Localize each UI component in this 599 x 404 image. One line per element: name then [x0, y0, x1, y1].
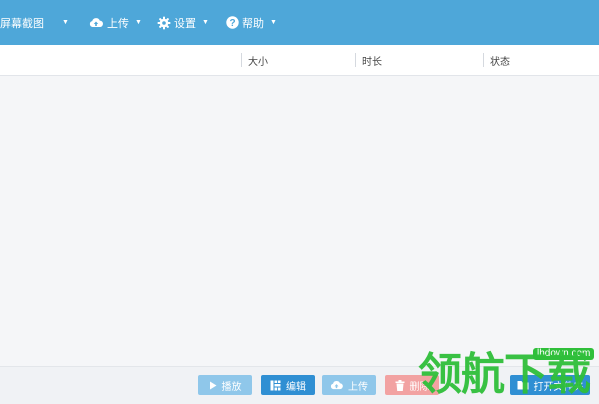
- play-button[interactable]: 播放: [198, 375, 252, 395]
- cloud-upload-icon: [89, 17, 103, 28]
- settings-menu-label: 设置: [174, 17, 196, 30]
- gear-icon: [157, 16, 171, 30]
- delete-button[interactable]: 删除: [385, 375, 439, 395]
- folder-icon: [517, 380, 529, 390]
- caret-down-icon: ▼: [62, 19, 69, 26]
- screenshot-menu-label: 屏幕截图: [0, 17, 44, 30]
- upload-menu[interactable]: 上传 ▼: [89, 0, 142, 45]
- question-circle-icon: ?: [226, 16, 239, 29]
- column-header-status[interactable]: 状态: [490, 45, 510, 75]
- column-divider: [355, 53, 356, 67]
- recording-list[interactable]: [0, 76, 599, 366]
- edit-button[interactable]: 编辑: [261, 375, 315, 395]
- help-menu[interactable]: ? 帮助 ▼: [226, 0, 277, 45]
- action-bar: 播放 编辑 上传 删除 打开文件夹: [0, 366, 599, 404]
- column-status-label: 状态: [490, 56, 510, 68]
- upload-menu-label: 上传: [107, 17, 129, 30]
- caret-down-icon: ▼: [202, 19, 209, 26]
- play-button-label: 播放: [221, 381, 242, 393]
- column-divider: [483, 53, 484, 67]
- edit-button-label: 编辑: [286, 381, 306, 393]
- delete-button-label: 删除: [409, 381, 430, 393]
- svg-text:?: ?: [229, 18, 235, 29]
- column-header-size[interactable]: 大小: [248, 45, 268, 75]
- cloud-upload-icon: [330, 380, 343, 390]
- open-folder-button[interactable]: 打开文件夹: [510, 375, 590, 395]
- column-divider: [241, 53, 242, 67]
- open-folder-button-label: 打开文件夹: [533, 381, 584, 393]
- settings-menu[interactable]: 设置 ▼: [157, 0, 209, 45]
- column-size-label: 大小: [248, 56, 268, 68]
- trash-icon: [395, 379, 405, 391]
- help-menu-label: 帮助: [242, 17, 264, 30]
- upload-button[interactable]: 上传: [322, 375, 376, 395]
- caret-down-icon: ▼: [270, 19, 277, 26]
- play-icon: [209, 381, 217, 390]
- caret-down-icon: ▼: [135, 19, 142, 26]
- edit-icon: [270, 380, 281, 391]
- column-header-duration[interactable]: 时长: [362, 45, 382, 75]
- top-toolbar: 屏幕截图 ▼ 上传 ▼ 设置 ▼ ? 帮助 ▼: [0, 0, 599, 45]
- screenshot-menu[interactable]: 屏幕截图 ▼: [0, 0, 69, 45]
- list-header: 大小 时长 状态: [0, 45, 599, 76]
- upload-button-label: 上传: [348, 381, 368, 393]
- column-duration-label: 时长: [362, 56, 382, 68]
